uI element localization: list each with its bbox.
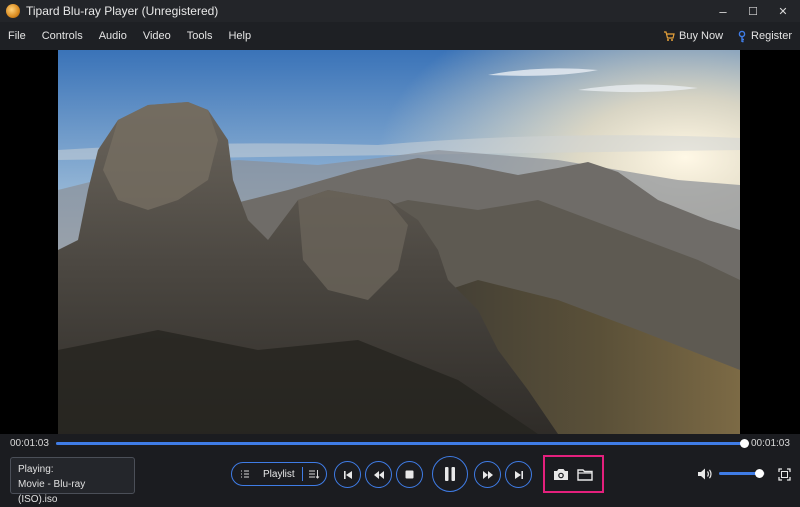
forward-button[interactable] <box>474 461 501 488</box>
previous-icon <box>343 470 352 479</box>
key-icon <box>738 30 746 42</box>
folder-icon <box>577 468 593 481</box>
register-button[interactable]: Register <box>737 30 792 43</box>
now-playing-box: Playing: Movie - Blu-ray (ISO).iso <box>10 457 135 505</box>
open-snapshot-folder-button[interactable] <box>576 465 594 483</box>
menu-audio[interactable]: Audio <box>93 30 133 42</box>
maximize-icon: ☐ <box>748 5 758 18</box>
rewind-icon <box>373 470 384 479</box>
playlist-label: Playlist <box>263 468 295 480</box>
stop-button[interactable] <box>396 461 423 488</box>
minimize-icon: – <box>719 3 727 19</box>
menu-bar: File Controls Audio Video Tools Help Buy… <box>0 22 800 50</box>
playlist-button[interactable]: Playlist <box>231 462 327 486</box>
video-scene <box>58 50 740 434</box>
progress-handle[interactable] <box>740 439 749 448</box>
buy-now-label: Buy Now <box>679 30 724 42</box>
title-bar: Tipard Blu-ray Player (Unregistered) – ☐… <box>0 0 800 22</box>
progress-fill <box>56 442 744 445</box>
video-frame[interactable] <box>58 50 740 434</box>
fullscreen-button[interactable] <box>775 465 793 483</box>
volume-handle[interactable] <box>755 469 765 478</box>
maximize-button[interactable]: ☐ <box>738 0 768 22</box>
total-time: 00:01:03 <box>751 438 790 449</box>
menu-video[interactable]: Video <box>137 30 177 42</box>
cart-icon <box>664 31 675 41</box>
pause-icon <box>445 467 455 481</box>
progress-bar[interactable] <box>56 439 749 448</box>
menu-help[interactable]: Help <box>222 30 257 42</box>
close-icon: ✕ <box>778 5 788 18</box>
minimize-button[interactable]: – <box>708 0 738 22</box>
pause-button[interactable] <box>432 456 468 492</box>
volume-icon <box>698 468 712 480</box>
camera-icon <box>554 468 568 480</box>
next-icon <box>514 470 523 479</box>
menu-controls[interactable]: Controls <box>36 30 89 42</box>
video-area[interactable] <box>0 50 800 434</box>
playlist-order-icon[interactable] <box>308 469 320 480</box>
now-playing-label: Playing: <box>18 464 54 475</box>
close-button[interactable]: ✕ <box>768 0 798 22</box>
buy-now-button[interactable]: Buy Now <box>663 30 723 42</box>
now-playing-file: Movie - Blu-ray (ISO).iso <box>18 479 86 505</box>
next-button[interactable] <box>505 461 532 488</box>
stop-icon <box>405 470 414 479</box>
menu-file[interactable]: File <box>2 30 32 42</box>
mute-button[interactable] <box>696 465 714 483</box>
volume-fill <box>719 472 760 475</box>
volume-slider[interactable] <box>719 469 765 478</box>
current-time: 00:01:03 <box>10 438 49 449</box>
progress-row: 00:01:03 00:01:03 <box>0 434 800 452</box>
previous-button[interactable] <box>334 461 361 488</box>
forward-icon <box>482 470 493 479</box>
fullscreen-icon <box>777 467 791 481</box>
register-label: Register <box>751 30 792 42</box>
snapshot-button[interactable] <box>552 465 570 483</box>
rewind-button[interactable] <box>365 461 392 488</box>
app-logo-icon <box>6 4 20 18</box>
playlist-icon <box>241 470 249 478</box>
menu-tools[interactable]: Tools <box>181 30 219 42</box>
window-title: Tipard Blu-ray Player (Unregistered) <box>26 4 219 18</box>
